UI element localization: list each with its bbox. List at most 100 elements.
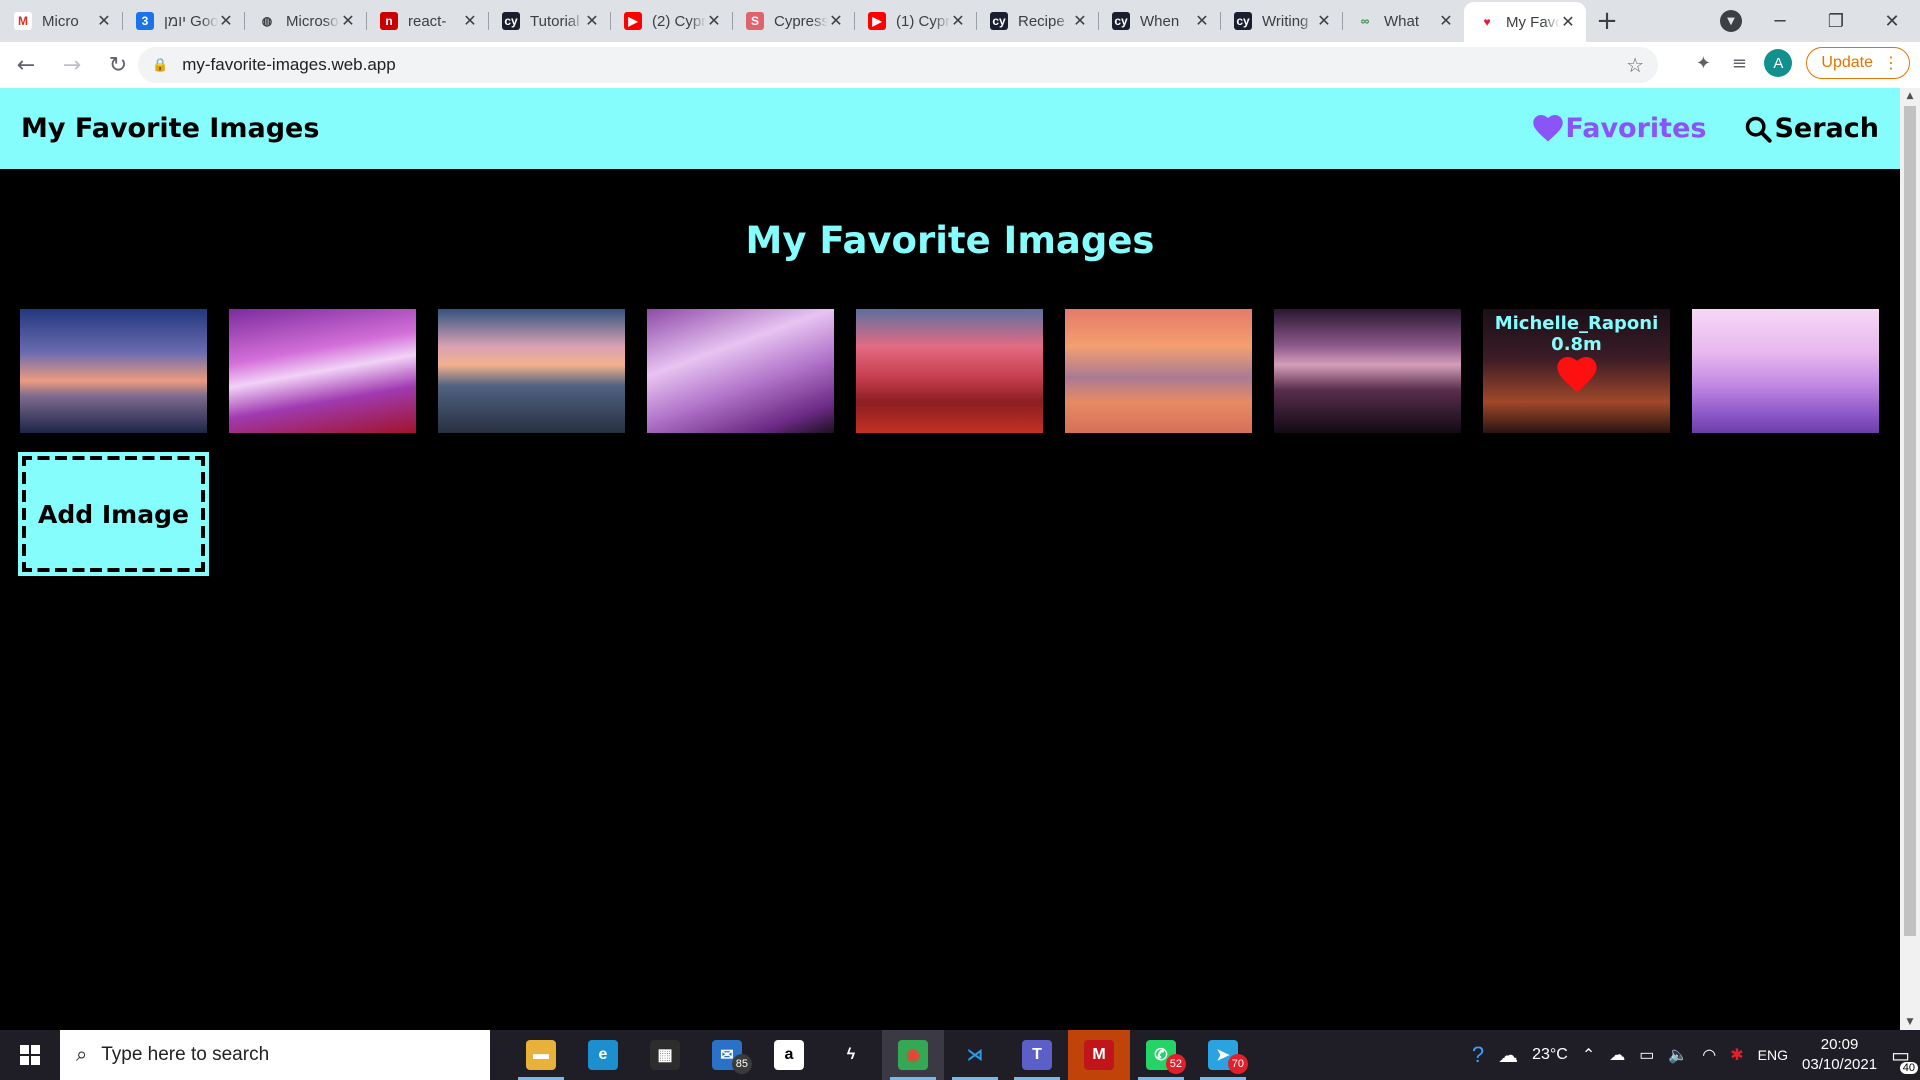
minimize-button[interactable]: ─ (1752, 0, 1808, 42)
bookmark-star-icon[interactable]: ☆ (1626, 53, 1644, 78)
taskbar-app[interactable]: ✉ 85 (696, 1030, 758, 1080)
taskbar-app[interactable]: ⋊ (944, 1030, 1006, 1080)
gallery-image[interactable] (20, 309, 207, 433)
nav-search-link[interactable]: Serach (1744, 113, 1879, 144)
close-tab-icon[interactable]: ✕ (1194, 11, 1210, 31)
scroll-down-arrow[interactable]: ▼ (1900, 1014, 1920, 1030)
taskbar-app[interactable]: ◉ (882, 1030, 944, 1080)
taskbar-app[interactable]: ▬ (510, 1030, 572, 1080)
taskbar-app[interactable]: a (758, 1030, 820, 1080)
clock[interactable]: 20:09 03/10/2021 (1802, 1035, 1877, 1075)
favorite-heart-icon[interactable] (1556, 357, 1597, 393)
windows-logo-icon (20, 1045, 40, 1065)
browser-tab[interactable]: 3 יומן Google✕ (122, 0, 244, 42)
image-size: 0.8m (1551, 334, 1602, 355)
gallery-image[interactable] (856, 309, 1043, 433)
gallery-image[interactable] (438, 309, 625, 433)
gallery-image[interactable] (1692, 309, 1879, 433)
browser-tab[interactable]: cy Tutorial ✕ (488, 0, 610, 42)
scrollbar-thumb[interactable] (1904, 106, 1916, 936)
browser-tab[interactable]: ◍ Microsoft✕ (244, 0, 366, 42)
gallery-image[interactable] (647, 309, 834, 433)
wifi-icon[interactable]: ◠ (1702, 1045, 1716, 1065)
back-button[interactable]: ← (6, 45, 46, 85)
start-button[interactable] (0, 1030, 60, 1080)
reading-list-icon[interactable]: ≡ (1728, 52, 1750, 74)
page-scrollbar[interactable]: ▲ ▼ (1900, 88, 1920, 1030)
taskbar-app[interactable]: ✆ 52 (1130, 1030, 1192, 1080)
language-indicator[interactable]: ENG (1758, 1047, 1788, 1063)
close-tab-icon[interactable]: ✕ (1560, 12, 1576, 32)
close-window-button[interactable]: ✕ (1864, 0, 1920, 42)
scroll-up-arrow[interactable]: ▲ (1900, 88, 1920, 104)
tab-title: What (1384, 12, 1420, 30)
clock-time: 20:09 (1820, 1036, 1859, 1053)
add-image-button[interactable]: Add Image (18, 452, 209, 576)
browser-tab[interactable]: cy Writing ✕ (1220, 0, 1342, 42)
taskbar-app[interactable]: ➤ 70 (1192, 1030, 1254, 1080)
chevron-up-icon[interactable]: ⌃ (1582, 1045, 1595, 1065)
close-tab-icon[interactable]: ✕ (462, 11, 478, 31)
extensions-icon[interactable]: ✦ (1692, 52, 1714, 74)
close-tab-icon[interactable]: ✕ (1072, 11, 1088, 31)
tab-title: react- (408, 12, 447, 30)
browser-tab[interactable]: ▶ (2) Cypress✕ (610, 0, 732, 42)
reload-button[interactable]: ↻ (98, 45, 138, 85)
update-button[interactable]: Update ⋮ (1806, 47, 1910, 79)
window-controls: ─ ❐ ✕ (1752, 0, 1920, 42)
taskbar-app[interactable]: ▦ (634, 1030, 696, 1080)
taskbar-app[interactable]: T (1006, 1030, 1068, 1080)
taskbar-app[interactable]: M (1068, 1030, 1130, 1080)
close-tab-icon[interactable]: ✕ (218, 11, 234, 31)
gallery-image[interactable] (1065, 309, 1252, 433)
gallery-image[interactable]: Michelle_Raponi 0.8m (1483, 309, 1670, 433)
forward-button[interactable]: → (52, 45, 92, 85)
close-tab-icon[interactable]: ✕ (828, 11, 844, 31)
new-tab-button[interactable]: + (1586, 0, 1628, 42)
tab-title: (1) Cypress (896, 12, 950, 30)
system-tray: ? ☁ 23°C ⌃ ☁ ▭ 🔈 ◠ ✱ ENG 20:09 03/10/202… (1472, 1030, 1920, 1080)
tab-title: Microsoft (286, 12, 340, 30)
tab-search-button[interactable]: ▼ (1720, 10, 1742, 32)
image-overlay: Michelle_Raponi 0.8m (1483, 309, 1670, 433)
browser-tab[interactable]: cy When ✕ (1098, 0, 1220, 42)
browser-tab[interactable]: M Micro ✕ (0, 0, 122, 42)
gallery-image[interactable] (1274, 309, 1461, 433)
onedrive-icon[interactable]: ☁ (1609, 1045, 1625, 1065)
file-explorer-icon: ▬ (526, 1040, 556, 1070)
main-nav: Favorites Serach (1533, 113, 1879, 144)
brand-title[interactable]: My Favorite Images (21, 113, 319, 144)
browser-tab[interactable]: ∞ What ✕ (1342, 0, 1464, 42)
volume-icon[interactable]: 🔈 (1668, 1045, 1688, 1065)
taskbar-app[interactable]: ϟ (820, 1030, 882, 1080)
close-tab-icon[interactable]: ✕ (1316, 11, 1332, 31)
close-tab-icon[interactable]: ✕ (96, 11, 112, 31)
close-tab-icon[interactable]: ✕ (340, 11, 356, 31)
battery-icon[interactable]: ▭ (1639, 1045, 1654, 1065)
weather-icon[interactable]: ☁ (1498, 1043, 1518, 1068)
browser-tab[interactable]: n react- ✕ (366, 0, 488, 42)
nav-favorites-link[interactable]: Favorites (1533, 113, 1706, 144)
taskbar-search[interactable]: ⌕ Type here to search (60, 1030, 490, 1080)
notifications-button[interactable]: ▭ 40 (1891, 1043, 1918, 1074)
tab-title: (2) Cypress (652, 12, 706, 30)
browser-tab[interactable]: cy Recipe ✕ (976, 0, 1098, 42)
maximize-button[interactable]: ❐ (1808, 0, 1864, 42)
profile-avatar[interactable]: A (1764, 49, 1793, 77)
tab-strip: MMicro✕3יומן Google✕◍Microsoft✕nreact-✕c… (0, 0, 1920, 42)
gallery-image[interactable] (229, 309, 416, 433)
taskbar-app[interactable]: e (572, 1030, 634, 1080)
help-icon[interactable]: ? (1472, 1042, 1484, 1068)
temperature[interactable]: 23°C (1532, 1046, 1568, 1064)
app-tray-icon[interactable]: ✱ (1730, 1045, 1743, 1065)
close-tab-icon[interactable]: ✕ (950, 11, 966, 31)
search-label: Serach (1774, 113, 1879, 144)
browser-tab[interactable]: S Cypress ✕ (732, 0, 854, 42)
close-tab-icon[interactable]: ✕ (706, 11, 722, 31)
close-tab-icon[interactable]: ✕ (584, 11, 600, 31)
browser-tab[interactable]: ♥ My Favorite✕ (1464, 2, 1586, 42)
address-bar[interactable]: 🔒 my-favorite-images.web.app ☆ (138, 47, 1658, 83)
tab-title: Cypress (774, 12, 828, 30)
browser-tab[interactable]: ▶ (1) Cypress✕ (854, 0, 976, 42)
close-tab-icon[interactable]: ✕ (1438, 11, 1454, 31)
